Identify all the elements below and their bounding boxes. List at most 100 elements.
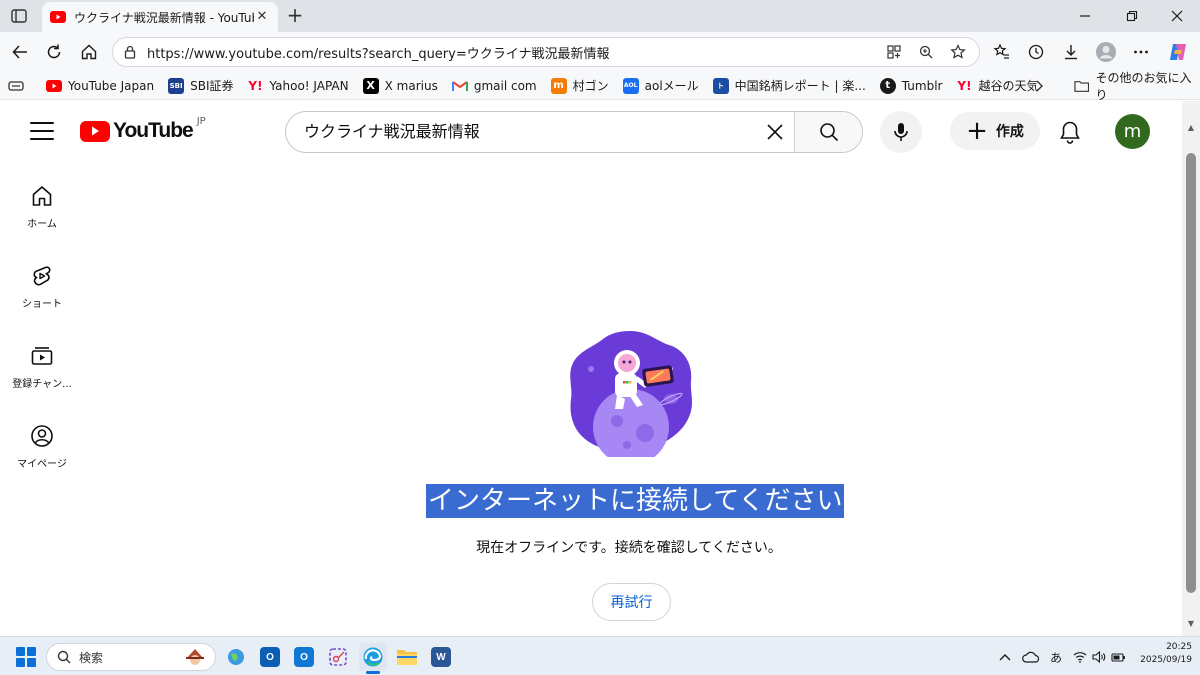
profile-avatar-icon [1096, 42, 1116, 62]
account-icon [29, 423, 55, 449]
bookmark-sbi[interactable]: SBI SBI証券 [168, 77, 233, 94]
browser-tab-youtube[interactable]: ウクライナ戦況最新情報 - YouTube ✕ [42, 2, 278, 32]
battery-tray-button[interactable] [1110, 647, 1128, 667]
bookmark-label: aolメール [644, 79, 699, 93]
taskbar-app-word[interactable]: W [427, 643, 455, 671]
favorites-bar: YouTube Japan SBI SBI証券 Y! Yahoo! JAPAN … [0, 72, 1200, 100]
account-avatar[interactable]: m [1115, 114, 1150, 149]
youtube-play-icon [80, 120, 110, 142]
youtube-logo[interactable]: YouTube JP [80, 116, 206, 143]
scroll-up-arrow-icon[interactable]: ▲ [1186, 123, 1196, 133]
copilot-button[interactable] [1166, 40, 1190, 64]
taskbar-app-file-explorer[interactable] [393, 643, 421, 671]
create-button[interactable]: + 作成 [950, 112, 1040, 150]
history-icon [1028, 44, 1044, 60]
bookmark-china-stock-report[interactable]: ト 中国銘柄レポート | 楽... [712, 77, 866, 94]
more-favorites-button[interactable] [1030, 77, 1048, 95]
new-tab-button[interactable]: + [284, 5, 306, 27]
scroll-down-arrow-icon[interactable]: ▼ [1186, 619, 1196, 629]
onedrive-tray-button[interactable] [1020, 647, 1042, 667]
downloads-button[interactable] [1059, 40, 1083, 64]
bookmarks-bar-toggle-icon[interactable] [8, 79, 24, 93]
tumblr-icon: t [879, 77, 896, 94]
scrollbar-thumb[interactable] [1186, 153, 1196, 593]
zoom-button[interactable] [915, 41, 937, 63]
notifications-button[interactable] [1056, 118, 1084, 146]
page-scrollbar[interactable]: ▲ ▼ [1182, 101, 1200, 636]
other-favorites-folder[interactable]: その他のお気に入り [1074, 71, 1200, 102]
taskbar-app-snipping-tool[interactable] [324, 643, 352, 671]
volume-tray-button[interactable] [1091, 647, 1107, 667]
guide-label: ホーム [27, 219, 57, 230]
guide-item-subscriptions[interactable]: 登録チャン... [0, 343, 84, 390]
search-button[interactable] [794, 112, 862, 152]
windows-logo-icon [16, 647, 25, 656]
back-button[interactable] [8, 40, 32, 64]
app-available-button[interactable] [883, 41, 905, 63]
other-favorites-label: その他のお気に入り [1095, 71, 1192, 102]
avatar-letter: m [1123, 121, 1142, 142]
settings-more-button[interactable] [1129, 40, 1153, 64]
taskbar-app-outlook-new[interactable]: O [256, 643, 284, 671]
site-info-lock-icon[interactable] [123, 45, 137, 59]
bookmark-label: 中国銘柄レポート | 楽... [734, 79, 866, 93]
minimize-button[interactable] [1062, 0, 1108, 32]
bookmark-youtube-japan[interactable]: YouTube Japan [46, 78, 154, 94]
folder-icon [397, 650, 417, 665]
bookmark-aol[interactable]: AOL aolメール [622, 77, 699, 94]
favorites-button[interactable] [990, 40, 1014, 64]
ime-mode-indicator[interactable]: あ [1046, 647, 1066, 667]
guide-menu-button[interactable] [28, 119, 56, 143]
taskbar-app-outlook[interactable]: O [290, 643, 318, 671]
profile-button[interactable] [1094, 40, 1118, 64]
voice-search-button[interactable] [880, 111, 922, 153]
bookmark-x[interactable]: X X marius [362, 77, 438, 94]
taskbar-clock[interactable]: 20:25 2025/09/19 [1136, 641, 1192, 667]
guide-item-home[interactable]: ホーム [0, 183, 84, 230]
folder-icon [1074, 81, 1090, 92]
tab-title: ウクライナ戦況最新情報 - YouTube [74, 10, 254, 25]
offline-astronaut-illustration [570, 331, 693, 457]
close-window-button[interactable] [1154, 0, 1200, 32]
clear-search-button[interactable] [756, 112, 794, 152]
guide-item-you[interactable]: マイページ [0, 423, 84, 470]
bookmark-koshigaya-weather[interactable]: Y! 越谷の天気 [956, 77, 1038, 94]
guide-item-shorts[interactable]: ショート [0, 263, 84, 310]
search-icon [819, 123, 838, 142]
bookmark-tumblr[interactable]: t Tumblr [879, 77, 943, 94]
taskbar-search-box[interactable]: 検索 [46, 643, 216, 671]
retry-button[interactable]: 再試行 [592, 583, 671, 621]
history-button[interactable] [1024, 40, 1048, 64]
bookmark-label: 村ゴン [572, 79, 609, 93]
taskbar-app-copilot[interactable] [222, 643, 250, 671]
bookmark-gmail[interactable]: gmail com [451, 78, 537, 94]
address-bar[interactable]: https://www.youtube.com/results?search_q… [112, 37, 980, 67]
minimize-icon [1080, 15, 1090, 17]
bell-icon [1060, 121, 1080, 144]
home-button[interactable] [77, 40, 101, 64]
shorts-icon [29, 263, 55, 289]
add-favorite-button[interactable] [947, 41, 969, 63]
taskbar-app-edge[interactable] [359, 643, 387, 671]
show-hidden-icons-button[interactable] [996, 647, 1014, 667]
reload-button[interactable] [42, 40, 66, 64]
bookmark-yahoo-japan[interactable]: Y! Yahoo! JAPAN [247, 78, 348, 94]
close-tab-icon[interactable]: ✕ [254, 9, 270, 25]
plus-icon: + [966, 116, 988, 146]
copilot-icon [1170, 44, 1186, 60]
globe-app-icon [228, 649, 244, 665]
yahoo-icon: Y! [248, 78, 263, 93]
browser-toolbar: https://www.youtube.com/results?search_q… [0, 32, 1200, 72]
bookmark-label: Tumblr [901, 78, 943, 93]
search-input[interactable]: ウクライナ戦況最新情報 [286, 112, 756, 152]
bookmark-muragon[interactable]: m 村ゴン [550, 77, 609, 94]
taskbar-search-label: 検索 [79, 650, 104, 665]
more-dots-icon [1134, 50, 1148, 54]
outlook-icon: O [260, 647, 280, 667]
home-icon [29, 183, 55, 209]
start-button[interactable] [16, 647, 36, 667]
tab-actions-button[interactable] [8, 6, 30, 26]
restore-button[interactable] [1109, 0, 1155, 32]
windows-logo-icon [27, 647, 36, 656]
network-tray-button[interactable] [1072, 647, 1088, 667]
